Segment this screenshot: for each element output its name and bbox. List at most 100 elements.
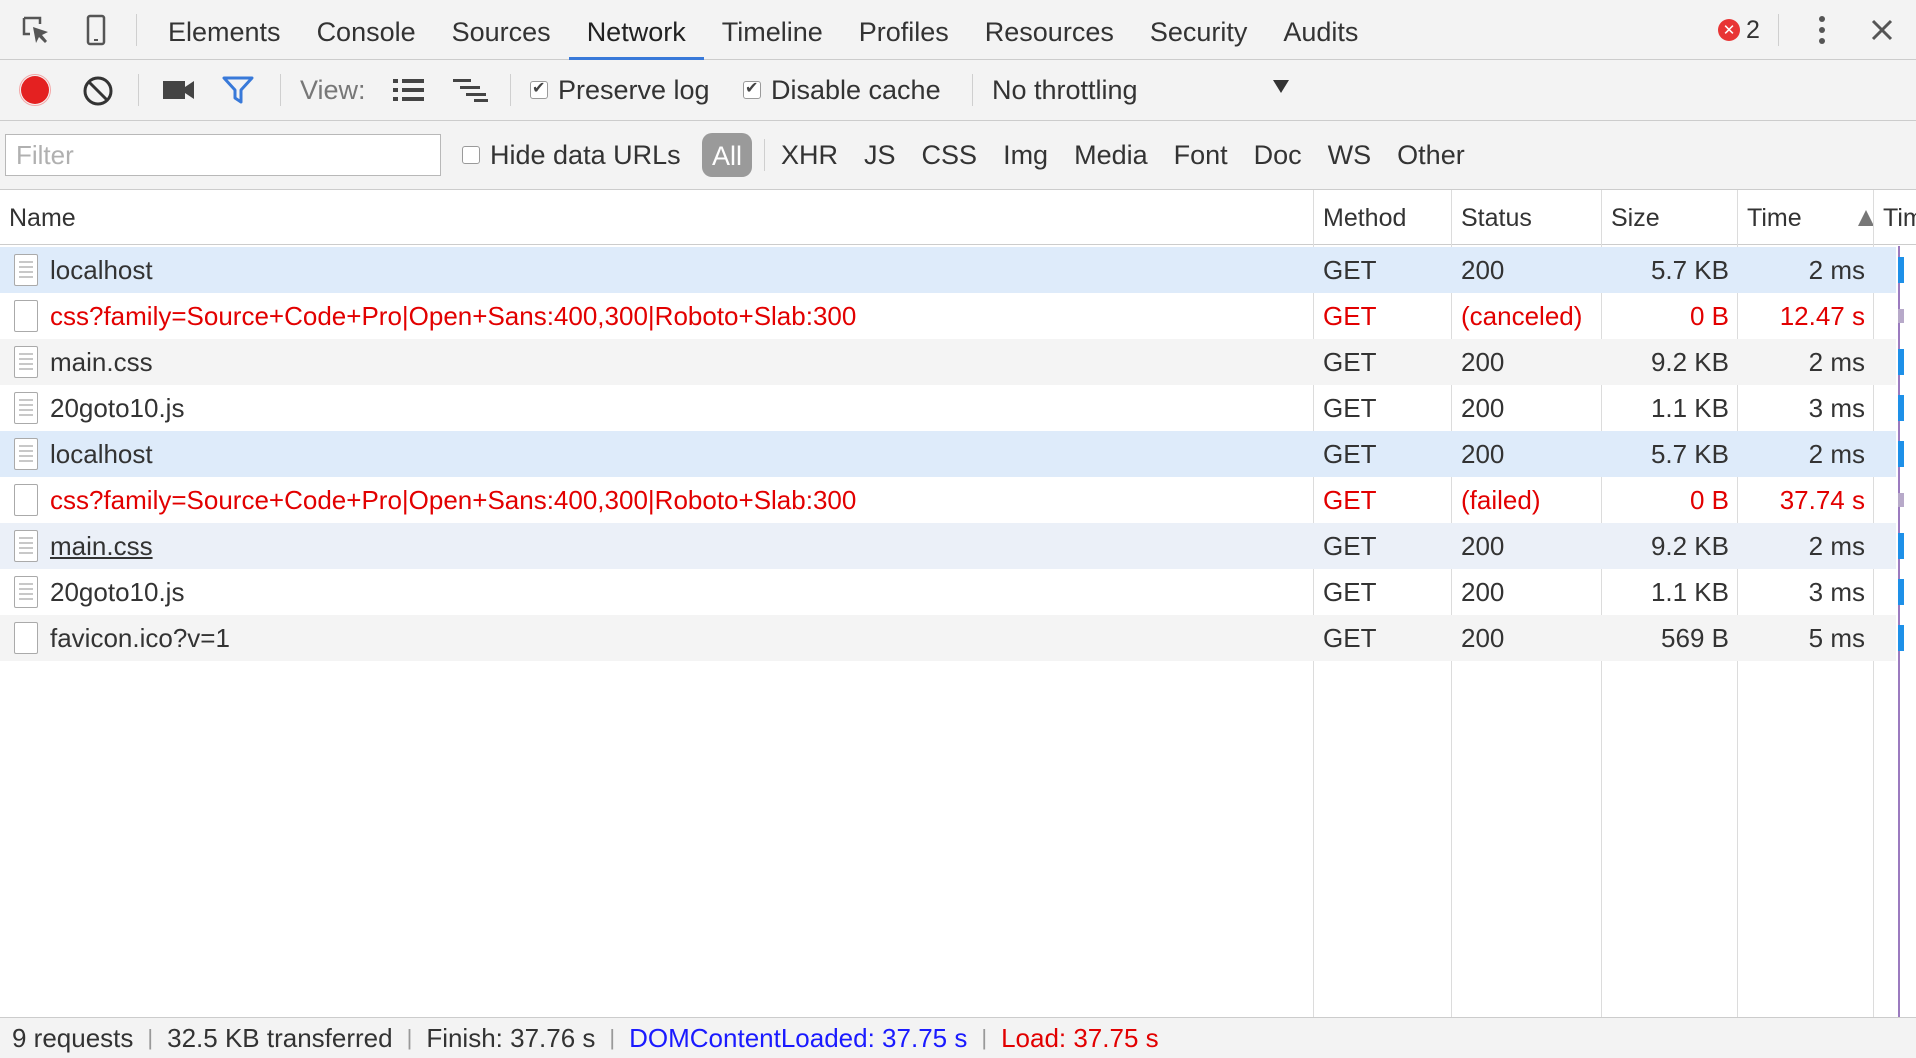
waterfall-bar <box>1898 257 1904 283</box>
table-row[interactable]: 20goto10.js GET 200 1.1 KB 3 ms <box>0 385 1904 431</box>
summary-divider: | <box>147 1025 154 1050</box>
request-name[interactable]: css?family=Source+Code+Pro|Open+Sans:400… <box>50 293 1305 339</box>
waterfall-bar <box>1898 493 1904 507</box>
tab-network[interactable]: Network <box>568 0 704 60</box>
request-status: 200 <box>1461 577 1505 607</box>
type-filter-font[interactable]: Font <box>1161 133 1241 177</box>
request-method: GET <box>1323 577 1377 607</box>
request-time: 2 ms <box>1808 439 1865 469</box>
request-size: 1.1 KB <box>1650 393 1729 423</box>
devtools-window: Elements Console Sources Network Timelin… <box>0 0 1916 1058</box>
table-row[interactable]: main.css GET 200 9.2 KB 2 ms <box>0 339 1904 385</box>
request-method: GET <box>1323 439 1377 469</box>
request-name[interactable]: css?family=Source+Code+Pro|Open+Sans:400… <box>50 477 1305 523</box>
error-counter[interactable]: ✕ 2 <box>1718 14 1760 46</box>
tab-elements[interactable]: Elements <box>150 0 299 60</box>
request-time: 2 ms <box>1808 531 1865 561</box>
overview-view-button[interactable] <box>452 77 490 103</box>
column-header-size[interactable]: Size <box>1602 190 1737 244</box>
filter-input[interactable] <box>5 134 441 176</box>
capture-screenshots-button[interactable] <box>162 78 196 102</box>
toolbar-divider <box>136 14 137 46</box>
table-row[interactable]: main.css GET 200 9.2 KB 2 ms <box>0 523 1904 569</box>
disable-cache-check-icon[interactable] <box>743 78 761 99</box>
load-time: Load: 37.75 s <box>1001 1022 1159 1053</box>
waterfall-bar <box>1898 533 1904 559</box>
blank-file-icon <box>14 300 38 332</box>
tab-resources[interactable]: Resources <box>967 0 1132 60</box>
column-header-method[interactable]: Method <box>1314 190 1451 244</box>
column-header-time[interactable]: Time <box>1738 190 1873 244</box>
type-filter-ws[interactable]: WS <box>1315 133 1385 177</box>
device-mode-icon[interactable] <box>78 12 114 48</box>
type-filter-all[interactable]: All <box>702 133 753 177</box>
type-filter-js[interactable]: JS <box>851 133 909 177</box>
request-name[interactable]: favicon.ico?v=1 <box>50 615 1305 661</box>
request-time: 3 ms <box>1808 393 1865 423</box>
hide-data-urls-check-icon[interactable] <box>462 146 480 164</box>
dom-content-loaded-time: DOMContentLoaded: 37.75 s <box>629 1022 968 1053</box>
table-row[interactable]: favicon.ico?v=1 GET 200 569 B 5 ms <box>0 615 1904 661</box>
type-filter-doc[interactable]: Doc <box>1241 133 1315 177</box>
request-size: 9.2 KB <box>1650 531 1729 561</box>
column-header-name[interactable]: Name <box>0 190 1313 244</box>
request-name-link[interactable]: main.css <box>50 531 153 561</box>
throttling-select[interactable]: No throttling <box>992 70 1292 110</box>
preserve-log-check-icon[interactable] <box>530 78 548 99</box>
type-filter-xhr[interactable]: XHR <box>768 133 851 177</box>
request-table: Name Method Status Size Time Timeline lo… <box>0 190 1916 1017</box>
tab-console[interactable]: Console <box>299 0 434 60</box>
tab-audits[interactable]: Audits <box>1265 0 1376 60</box>
throttling-value: No throttling <box>992 74 1138 105</box>
request-name[interactable]: localhost <box>50 247 1305 293</box>
summary-bar: 9 requests | 32.5 KB transferred | Finis… <box>0 1017 1916 1058</box>
network-toolbar: View: Preserve log Disable cache <box>0 60 1916 121</box>
request-name[interactable]: 20goto10.js <box>50 385 1305 431</box>
blank-file-icon <box>14 484 38 516</box>
waterfall-overview-icon <box>453 79 488 102</box>
large-rows-view-button[interactable] <box>392 77 426 103</box>
hide-data-urls-checkbox[interactable]: Hide data URLs <box>462 133 681 177</box>
request-status: 200 <box>1461 393 1505 423</box>
request-rows: localhost GET 200 5.7 KB 2 ms css?family=Sour… <box>0 247 1904 661</box>
column-header-timeline[interactable]: Timeline <box>1874 190 1916 244</box>
type-filter-media[interactable]: Media <box>1061 133 1161 177</box>
column-header-status[interactable]: Status <box>1452 190 1601 244</box>
table-row[interactable]: localhost GET 200 5.7 KB 2 ms <box>0 431 1904 477</box>
request-size: 569 B <box>1661 623 1729 653</box>
table-row[interactable]: css?family=Source+Code+Pro|Open+Sans:400… <box>0 477 1904 523</box>
request-name[interactable]: main.css <box>50 339 1305 385</box>
document-icon <box>14 438 38 470</box>
error-icon: ✕ <box>1718 19 1740 41</box>
more-vertical-icon[interactable] <box>1804 12 1840 48</box>
table-row[interactable]: css?family=Source+Code+Pro|Open+Sans:400… <box>0 293 1904 339</box>
request-name[interactable]: localhost <box>50 431 1305 477</box>
request-status: 200 <box>1461 347 1505 377</box>
tab-sources[interactable]: Sources <box>434 0 569 60</box>
waterfall-bar <box>1898 309 1904 323</box>
inspect-element-icon[interactable] <box>18 12 54 48</box>
disable-cache-checkbox[interactable]: Disable cache <box>743 70 941 110</box>
filter-toggle-button[interactable] <box>222 75 254 105</box>
document-icon <box>14 530 38 562</box>
request-size: 5.7 KB <box>1650 439 1729 469</box>
list-view-icon <box>393 79 424 101</box>
request-method: GET <box>1323 485 1377 515</box>
close-icon[interactable] <box>1864 12 1900 48</box>
table-row[interactable]: 20goto10.js GET 200 1.1 KB 3 ms <box>0 569 1904 615</box>
request-name[interactable]: 20goto10.js <box>50 569 1305 615</box>
request-name[interactable]: main.css <box>50 523 1305 569</box>
summary-divider: | <box>609 1025 616 1050</box>
table-header: Name Method Status Size Time Timeline <box>0 190 1916 245</box>
request-time: 2 ms <box>1808 347 1865 377</box>
table-row[interactable]: localhost GET 200 5.7 KB 2 ms <box>0 247 1904 293</box>
tab-profiles[interactable]: Profiles <box>841 0 967 60</box>
type-filter-img[interactable]: Img <box>990 133 1061 177</box>
tab-timeline[interactable]: Timeline <box>704 0 841 60</box>
type-filter-other[interactable]: Other <box>1384 133 1478 177</box>
tab-security[interactable]: Security <box>1132 0 1266 60</box>
type-filter-css[interactable]: CSS <box>909 133 991 177</box>
preserve-log-checkbox[interactable]: Preserve log <box>530 70 710 110</box>
record-button[interactable] <box>18 73 52 107</box>
clear-button[interactable] <box>82 75 114 107</box>
